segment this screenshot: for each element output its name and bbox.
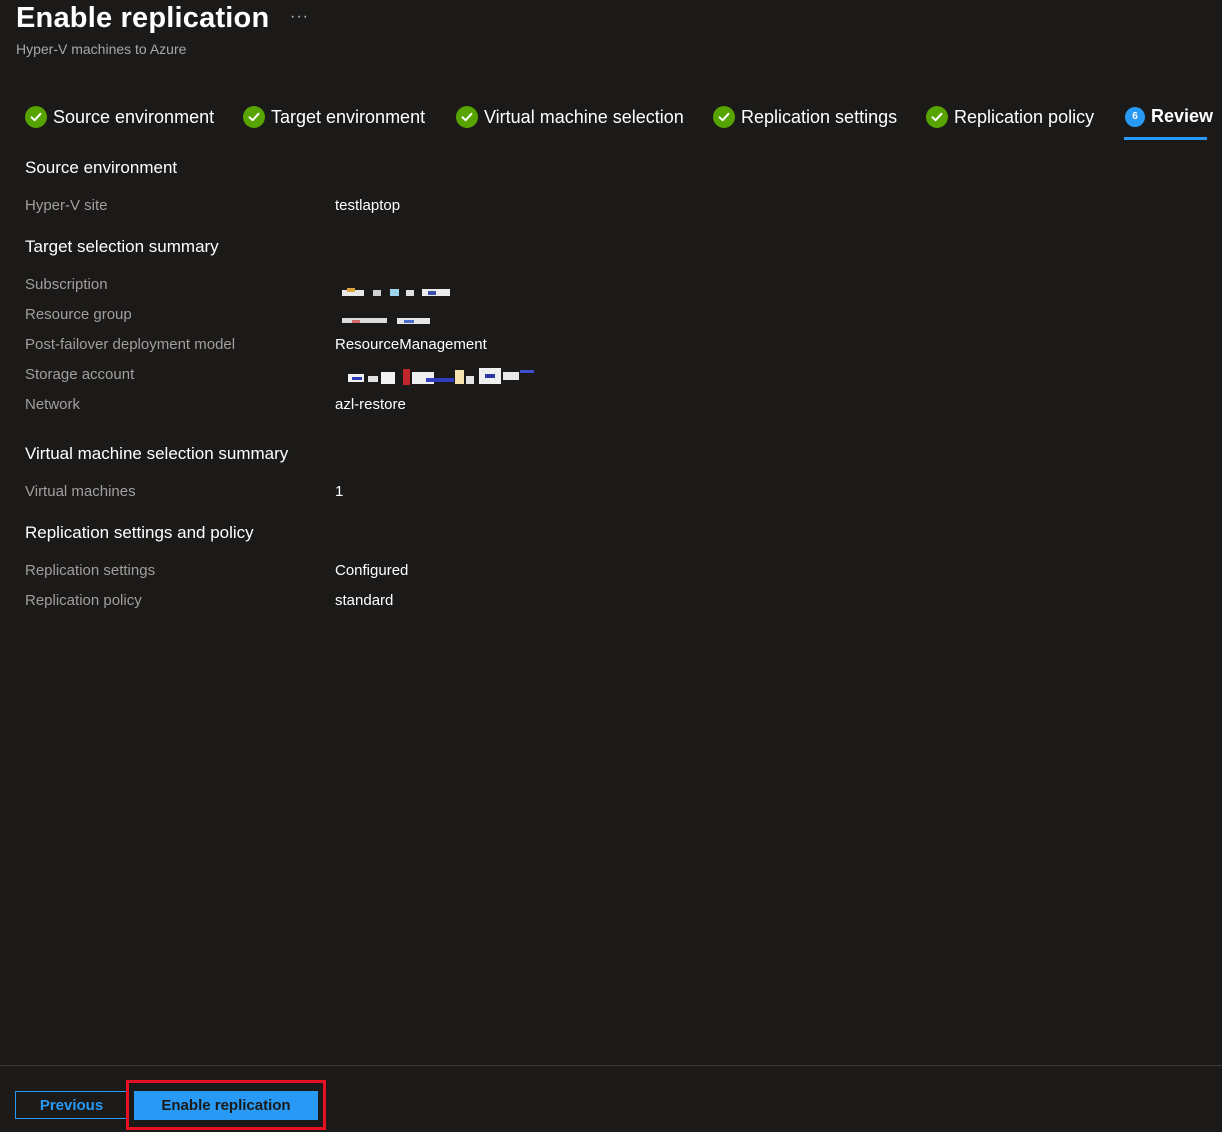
step-label: Virtual machine selection	[484, 106, 684, 127]
field-label: Resource group	[25, 306, 132, 323]
field-label: Replication settings	[25, 562, 156, 579]
step-label: Source environment	[53, 106, 215, 127]
field-label: Virtual machines	[25, 483, 136, 500]
field-label: Subscription	[25, 276, 108, 293]
step-source-environment[interactable]: Source environment	[25, 106, 214, 128]
step-label: Replication settings	[741, 106, 898, 127]
step-number-badge: 6	[1125, 106, 1145, 127]
field-label: Replication policy	[25, 592, 142, 609]
section-heading-vm: Virtual machine selection summary	[25, 444, 289, 463]
redacted-resource-group-value	[342, 316, 432, 326]
checkmark-icon	[243, 106, 265, 128]
field-value: testlaptop	[335, 197, 401, 214]
step-replication-policy[interactable]: Replication policy	[926, 106, 1094, 128]
field-label: Network	[25, 396, 81, 413]
section-heading-source: Source environment	[25, 158, 178, 177]
checkmark-icon	[25, 106, 47, 128]
field-label: Post-failover deployment model	[25, 336, 236, 353]
step-replication-settings[interactable]: Replication settings	[713, 106, 897, 128]
checkmark-icon	[926, 106, 948, 128]
page-title: Enable replication	[16, 2, 270, 34]
checkmark-icon	[456, 106, 478, 128]
field-label: Storage account	[25, 366, 135, 383]
step-label: Replication policy	[954, 106, 1095, 127]
section-heading-replication: Replication settings and policy	[25, 523, 254, 542]
field-value: 1	[335, 483, 344, 500]
step-label: Target environment	[271, 106, 426, 127]
section-heading-target: Target selection summary	[25, 237, 219, 256]
step-review[interactable]: 6 Review	[1125, 106, 1213, 127]
field-value: Configured	[335, 562, 409, 579]
field-value: standard	[335, 592, 394, 609]
previous-button[interactable]: Previous	[15, 1091, 128, 1119]
redacted-subscription-value	[342, 288, 452, 298]
active-step-indicator	[1124, 137, 1207, 140]
checkmark-icon	[713, 106, 735, 128]
step-virtual-machine-selection[interactable]: Virtual machine selection	[456, 106, 684, 128]
redacted-storage-account-value	[348, 368, 534, 386]
step-label: Review	[1151, 106, 1214, 126]
footer-divider	[0, 1065, 1222, 1066]
step-target-environment[interactable]: Target environment	[243, 106, 425, 128]
enable-replication-button[interactable]: Enable replication	[134, 1091, 318, 1120]
ellipsis-icon[interactable]: ···	[290, 8, 309, 26]
field-value: ResourceManagement	[335, 336, 487, 353]
page-subtitle: Hyper-V machines to Azure	[16, 41, 187, 57]
wizard-steps: Source environment Target environment Vi…	[0, 100, 1222, 144]
field-label: Hyper-V site	[25, 197, 108, 214]
field-value: azl-restore	[335, 396, 406, 413]
